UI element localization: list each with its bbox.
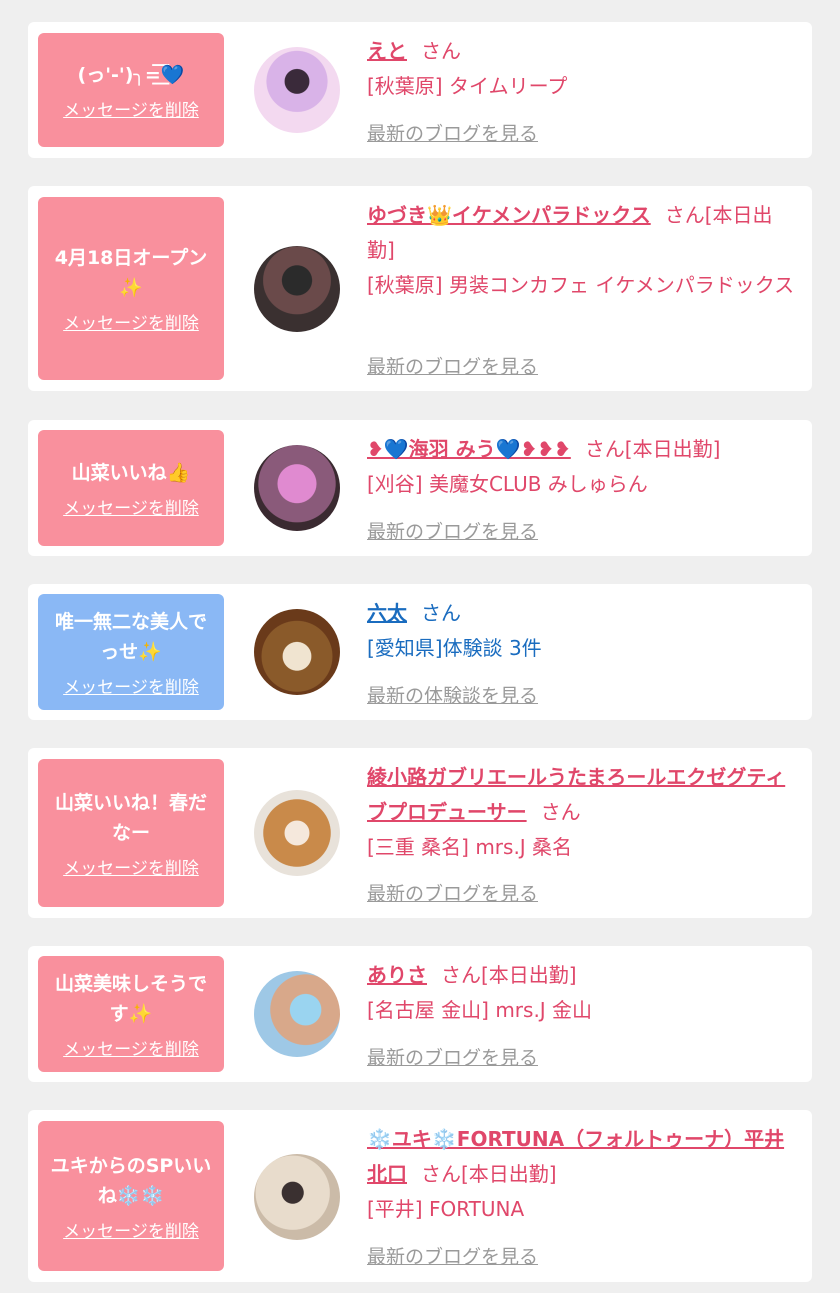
message-text-line2: なー xyxy=(111,821,150,844)
delete-message-link[interactable]: メッセージを削除 xyxy=(63,309,199,334)
message-text: 山菜いいね👍 xyxy=(71,461,191,484)
message-bubble: ユキからのSPいい ね❄️❄️ メッセージを削除 xyxy=(38,1121,224,1271)
user-name-link[interactable]: えと xyxy=(367,39,407,63)
latest-blog-link[interactable]: 最新のブログを見る xyxy=(367,119,538,146)
user-name-link[interactable]: ❥💙海羽 みう💙❥❥❥ xyxy=(367,437,571,461)
shop-label: [三重 桑名] mrs.J 桑名 xyxy=(367,835,573,859)
user-suffix: さん[本日出勤] xyxy=(421,1162,557,1186)
message-text: 山菜いいね！春だ xyxy=(54,791,207,814)
delete-message-link[interactable]: メッセージを削除 xyxy=(63,1217,199,1242)
delete-message-link[interactable]: メッセージを削除 xyxy=(63,1035,199,1060)
user-name-link[interactable]: 六太 xyxy=(367,601,407,625)
list-item: ユキからのSPいい ね❄️❄️ メッセージを削除 ❄️ユキ❄️FORTUNA（フ… xyxy=(28,1110,812,1282)
shop-label: [平井] FORTUNA xyxy=(367,1197,525,1221)
entry-info: えと さん [秋葉原] タイムリープ xyxy=(367,34,798,104)
message-text: (っ'-')╮=͟͟͞͞💙 xyxy=(77,63,185,86)
user-name-link[interactable]: ありさ xyxy=(367,963,427,987)
message-text-line2: ね❄️❄️ xyxy=(97,1184,165,1207)
entry-info: 六太 さん [愛知県]体験談 3件 xyxy=(367,596,798,666)
shop-label: [秋葉原] タイムリープ xyxy=(367,74,568,98)
message-bubble: 山菜いいね！春だ なー メッセージを削除 xyxy=(38,759,224,907)
user-suffix: さん xyxy=(421,39,461,63)
avatar[interactable] xyxy=(254,445,340,531)
message-bubble: 4月18日オープン ✨ メッセージを削除 xyxy=(38,197,224,380)
latest-blog-link[interactable]: 最新のブログを見る xyxy=(367,1242,538,1269)
list-item: 唯一無二な美人で っせ✨ メッセージを削除 六太 さん [愛知県]体験談 3件 最… xyxy=(28,584,812,720)
entry-info: ゆづき👑イケメンパラドックス さん[本日出勤] [秋葉原] 男装コンカフェ イケメ… xyxy=(367,198,798,303)
message-text: 山菜美味しそうで xyxy=(54,972,207,995)
latest-blog-link[interactable]: 最新のブログを見る xyxy=(367,1043,538,1070)
avatar[interactable] xyxy=(254,246,340,332)
message-bubble: 山菜美味しそうで す✨ メッセージを削除 xyxy=(38,956,224,1072)
user-suffix: さん[本日出勤] xyxy=(441,963,577,987)
latest-blog-link[interactable]: 最新のブログを見る xyxy=(367,517,538,544)
latest-blog-link[interactable]: 最新のブログを見る xyxy=(367,879,538,906)
user-name-link[interactable]: ゆづき👑イケメンパラドックス xyxy=(367,203,651,227)
latest-blog-link[interactable]: 最新のブログを見る xyxy=(367,352,538,379)
avatar[interactable] xyxy=(254,1154,340,1240)
user-suffix: さん xyxy=(540,800,581,824)
shop-label: [刈谷] 美魔女CLUB みしゅらん xyxy=(367,472,648,496)
message-text-line2: ✨ xyxy=(119,277,143,299)
avatar[interactable] xyxy=(254,609,340,695)
entry-info: 綾小路ガブリエールうたまろールエクゼグティブプロデューサー さん [三重 桑名] … xyxy=(367,760,798,865)
delete-message-link[interactable]: メッセージを削除 xyxy=(63,673,199,698)
message-text: ユキからのSPいい xyxy=(50,1154,212,1177)
shop-label: [愛知県]体験談 3件 xyxy=(367,636,542,660)
shop-label: [秋葉原] 男装コンカフェ イケメンパラドックス xyxy=(367,273,795,297)
latest-reviews-link[interactable]: 最新の体験談を見る xyxy=(367,681,538,708)
message-list: (っ'-')╮=͟͟͞͞💙 メッセージを削除 えと さん [秋葉原] タイムリープ… xyxy=(0,0,840,1293)
avatar[interactable] xyxy=(254,790,340,876)
entry-info: ❥💙海羽 みう💙❥❥❥ さん[本日出勤] [刈谷] 美魔女CLUB みしゅらん xyxy=(367,432,798,502)
message-bubble: 山菜いいね👍 メッセージを削除 xyxy=(38,430,224,546)
delete-message-link[interactable]: メッセージを削除 xyxy=(63,96,199,121)
list-item: 山菜いいね！春だ なー メッセージを削除 綾小路ガブリエールうたまろールエクゼグ… xyxy=(28,748,812,918)
message-text: 唯一無二な美人で xyxy=(54,610,207,633)
message-bubble: 唯一無二な美人で っせ✨ メッセージを削除 xyxy=(38,594,224,710)
shop-label: [名古屋 金山] mrs.J 金山 xyxy=(367,998,593,1022)
delete-message-link[interactable]: メッセージを削除 xyxy=(63,854,199,879)
message-bubble: (っ'-')╮=͟͟͞͞💙 メッセージを削除 xyxy=(38,33,224,147)
list-item: 山菜美味しそうで す✨ メッセージを削除 ありさ さん[本日出勤] [名古屋 金山… xyxy=(28,946,812,1082)
entry-info: ❄️ユキ❄️FORTUNA（フォルトゥーナ）平井北口 さん[本日出勤] [平井] … xyxy=(367,1122,798,1227)
message-text-line2: す✨ xyxy=(109,1002,153,1025)
message-text-line2: っせ✨ xyxy=(100,640,162,663)
avatar[interactable] xyxy=(254,47,340,133)
delete-message-link[interactable]: メッセージを削除 xyxy=(63,494,199,519)
user-suffix: さん xyxy=(421,601,461,625)
avatar[interactable] xyxy=(254,971,340,1057)
message-text: 4月18日オープン xyxy=(54,247,208,269)
user-suffix: さん[本日出勤] xyxy=(584,437,721,461)
list-item: 4月18日オープン ✨ メッセージを削除 ゆづき👑イケメンパラドックス さん[本日… xyxy=(28,186,812,391)
list-item: 山菜いいね👍 メッセージを削除 ❥💙海羽 みう💙❥❥❥ さん[本日出勤] [刈谷]… xyxy=(28,420,812,556)
list-item: (っ'-')╮=͟͟͞͞💙 メッセージを削除 えと さん [秋葉原] タイムリープ… xyxy=(28,22,812,158)
entry-info: ありさ さん[本日出勤] [名古屋 金山] mrs.J 金山 xyxy=(367,958,798,1028)
